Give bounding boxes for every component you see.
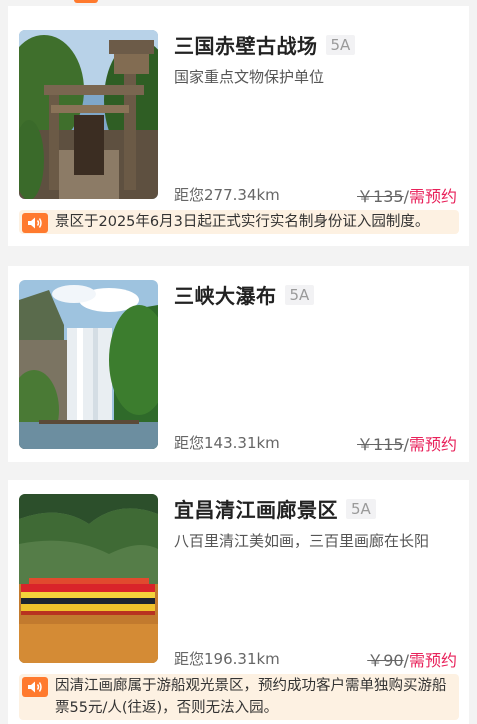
attraction-card[interactable]: 三国赤壁古战场 5A 国家重点文物保护单位 距您277.34km ￥135 / … (8, 6, 469, 246)
notice-banner: 景区于2025年6月3日起正式实行实名制身份证入园制度。 (19, 210, 459, 234)
ancient-gate-photo (19, 30, 158, 199)
river-cruise-photo (19, 494, 158, 663)
attraction-name[interactable]: 三峡大瀑布 (174, 280, 277, 309)
notice-banner: 因清江画廊属于游船观光景区，预约成功客户需单独购买游船票55元/人(往返)，否则… (19, 674, 459, 720)
attraction-photo (19, 280, 158, 449)
waterfall-photo (19, 280, 158, 449)
attraction-distance: 距您196.31km (174, 650, 280, 668)
attraction-title-row: 宜昌清江画廊景区 5A (174, 494, 376, 523)
attraction-description: 八百里清江美如画，三百里画廊在长阳 (174, 532, 430, 550)
attraction-level-badge: 5A (325, 34, 356, 55)
attraction-name[interactable]: 三国赤壁古战场 (174, 30, 318, 59)
attraction-level-badge: 5A (346, 498, 376, 519)
reservation-required-label: 需预约 (408, 651, 457, 670)
top-tab-indicator-strip (0, 0, 477, 5)
notice-text: 因清江画廊属于游船观光景区，预约成功客户需单独购买游船票55元/人(往返)，否则… (55, 678, 447, 716)
attraction-photo (19, 494, 158, 663)
notice-text: 景区于2025年6月3日起正式实行实名制身份证入园制度。 (55, 214, 430, 230)
price-original: ￥135 (357, 187, 404, 206)
active-tab-indicator (74, 0, 98, 3)
reservation-required-label: 需预约 (408, 187, 457, 206)
attraction-title-row: 三国赤壁古战场 5A (174, 30, 356, 59)
speaker-icon (22, 677, 48, 697)
attraction-title-row: 三峡大瀑布 5A (174, 280, 315, 309)
attraction-photo (19, 30, 158, 199)
price-original: ￥115 (357, 435, 404, 454)
price-original: ￥90 (367, 651, 404, 670)
attraction-name[interactable]: 宜昌清江画廊景区 (174, 494, 338, 523)
attraction-price[interactable]: ￥135 / 需预约 (357, 183, 457, 207)
attraction-distance: 距您143.31km (174, 434, 280, 452)
attraction-price[interactable]: ￥115 / 需预约 (357, 431, 457, 455)
attraction-distance: 距您277.34km (174, 186, 280, 204)
attraction-price[interactable]: ￥90 / 需预约 (367, 647, 457, 671)
reservation-required-label: 需预约 (408, 435, 457, 454)
speaker-icon (22, 213, 48, 233)
attraction-level-badge: 5A (284, 284, 315, 305)
attraction-card[interactable]: 宜昌清江画廊景区 5A 八百里清江美如画，三百里画廊在长阳 距您196.31km… (8, 480, 469, 724)
attraction-description: 国家重点文物保护单位 (174, 68, 325, 86)
attraction-card[interactable]: 三峡大瀑布 5A 距您143.31km ￥115 / 需预约 (8, 266, 469, 462)
